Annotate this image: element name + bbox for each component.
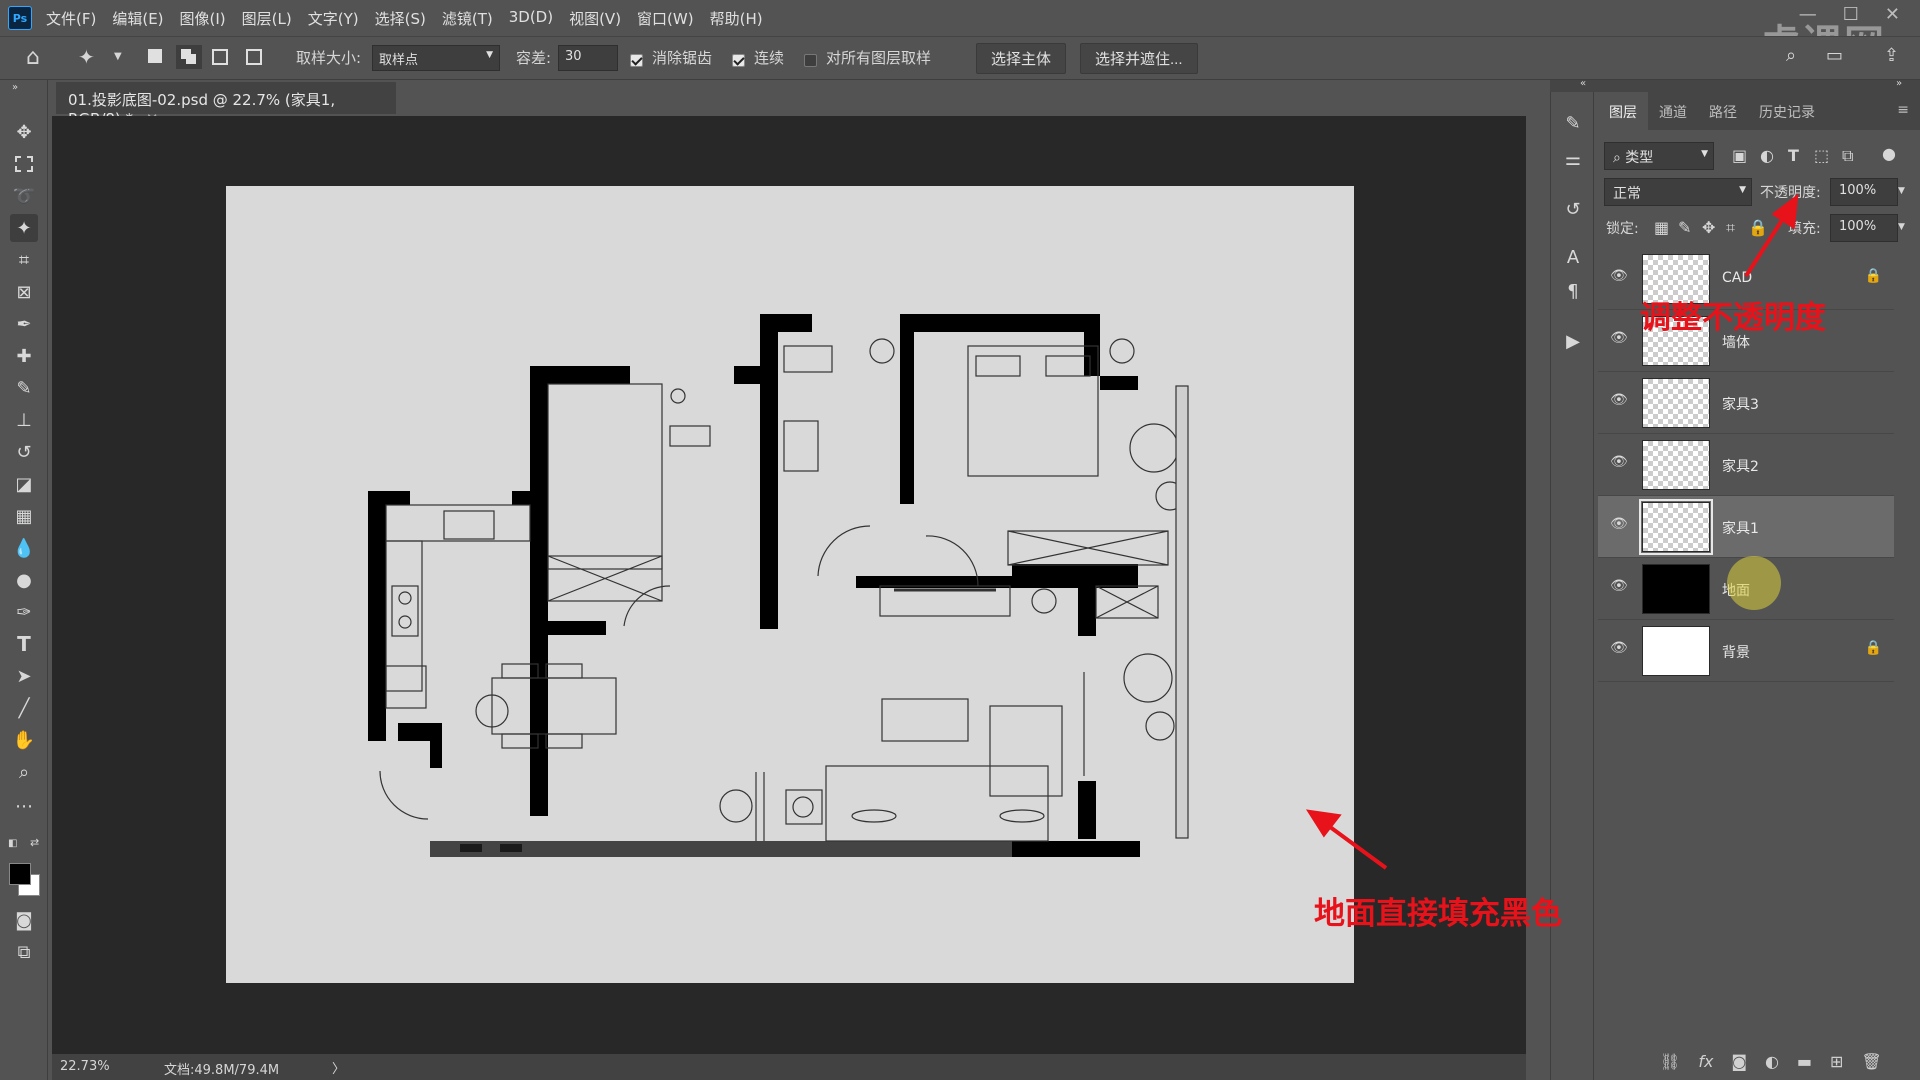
arrowhead	[1771, 193, 1799, 230]
arrow-to-floor	[1324, 822, 1388, 870]
annotation-arrows	[1305, 193, 1799, 870]
arrow-to-opacity	[1744, 212, 1788, 278]
